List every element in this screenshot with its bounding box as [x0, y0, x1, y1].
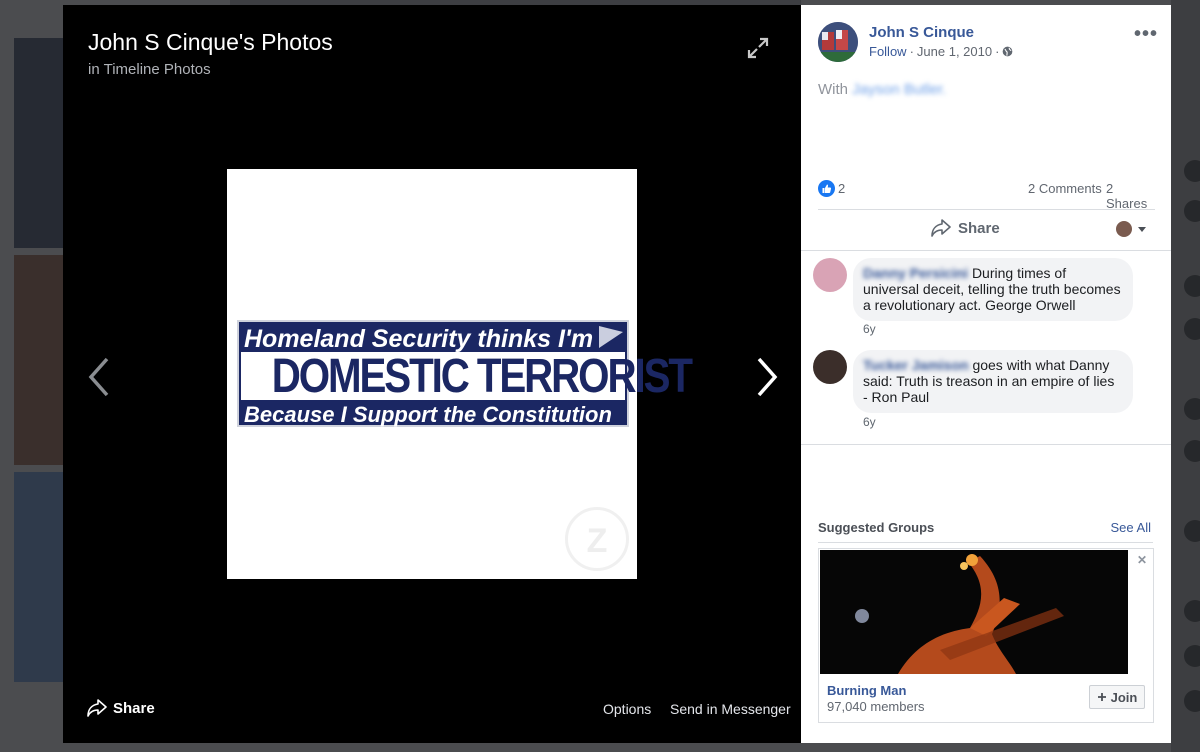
commenter-name[interactable]: Tucker Jamison: [863, 357, 969, 373]
meta-separator: ·: [995, 44, 1000, 59]
comment-count[interactable]: 2 Comments: [1028, 181, 1102, 196]
background-photo-tile: [14, 472, 63, 682]
with-prefix: With: [818, 81, 848, 98]
commenter-avatar[interactable]: [813, 350, 847, 384]
thumbs-up-icon: [822, 184, 832, 193]
post-share-button[interactable]: Share: [931, 219, 1000, 237]
viewer-share-label: Share: [113, 699, 155, 717]
sticker-line-3: Because I Support the Constitution: [244, 402, 612, 427]
comment-timestamp[interactable]: 6y: [863, 415, 876, 429]
group-member-count: 97,040 members: [827, 699, 925, 714]
flag-icon: [599, 326, 623, 348]
background-avatar: [1184, 318, 1200, 340]
post-meta: Follow · June 1, 2010 ·: [869, 44, 1013, 59]
reactions-bar: 2 2 Comments 2 Shares: [818, 180, 1155, 211]
chevron-right-icon[interactable]: [753, 355, 781, 399]
background-avatar: [1184, 690, 1200, 712]
background-avatar: [1184, 398, 1200, 420]
post-share-label: Share: [958, 219, 1000, 237]
share-count[interactable]: 2 Shares: [1106, 181, 1155, 211]
tagged-person-link[interactable]: Jayson Butler.: [852, 81, 946, 98]
chevron-down-icon: [1138, 226, 1146, 232]
post-side-panel: John S Cinque Follow · June 1, 2010 · ••…: [801, 5, 1171, 743]
background-avatar: [1184, 440, 1200, 462]
suggested-groups-header: Suggested Groups See All: [818, 519, 1153, 543]
photo-viewer: John S Cinque's Photos in Timeline Photo…: [63, 5, 801, 743]
like-icon[interactable]: [818, 180, 835, 197]
viewer-share-button[interactable]: Share: [87, 699, 155, 717]
current-user-avatar: [1116, 221, 1132, 237]
comment-bubble: Tucker Jamison goes with what Danny said…: [853, 350, 1133, 413]
background-avatar: [1184, 520, 1200, 542]
main-photo: Homeland Security thinks I'm DOMESTIC TE…: [227, 169, 693, 579]
comment-timestamp[interactable]: 6y: [863, 322, 876, 336]
background-avatar: [1184, 600, 1200, 622]
author-avatar[interactable]: [818, 22, 858, 62]
options-button[interactable]: Options: [603, 701, 651, 717]
more-options-icon[interactable]: •••: [1134, 23, 1158, 46]
subtitle-prefix: in: [88, 61, 100, 78]
like-count[interactable]: 2: [838, 181, 845, 196]
post-action-row: Share: [801, 211, 1171, 251]
send-in-messenger-button[interactable]: Send in Messenger: [670, 701, 791, 717]
background-avatar: [1184, 160, 1200, 182]
background-photo-tile: [14, 255, 63, 465]
share-icon: [931, 219, 951, 237]
plus-icon: [1097, 693, 1106, 701]
background-avatar: [1184, 645, 1200, 667]
join-group-button[interactable]: Join: [1089, 685, 1145, 709]
panel-divider: [801, 444, 1171, 445]
chevron-left-icon[interactable]: [85, 355, 113, 399]
sticker-band: DOMESTIC TERRORIST: [241, 350, 693, 403]
meta-separator: ·: [909, 44, 914, 59]
background-photo-tile: [14, 38, 63, 248]
commenter-avatar[interactable]: [813, 258, 847, 292]
bumper-sticker: Homeland Security thinks I'm DOMESTIC TE…: [237, 320, 693, 427]
commenter-name[interactable]: Danny Persicini: [863, 265, 968, 281]
tagged-with-line: With Jayson Butler.: [818, 81, 946, 98]
group-cover-art: [820, 550, 1128, 674]
viewer-title: John S Cinque's Photos: [88, 29, 333, 55]
background-avatar: [1184, 200, 1200, 222]
viewer-subtitle: in Timeline Photos: [88, 61, 211, 78]
sticker-line-2: DOMESTIC TERRORIST: [271, 350, 693, 403]
background-avatar: [1184, 275, 1200, 297]
comment-as-selector[interactable]: [1116, 221, 1146, 237]
post-date[interactable]: June 1, 2010: [917, 44, 992, 59]
viewer-footer: Share Options Send in Messenger: [63, 695, 801, 725]
close-icon[interactable]: ✕: [1137, 553, 1147, 567]
watermark-logo: Z: [565, 507, 629, 571]
comment-bubble: Danny Persicini During times of universa…: [853, 258, 1133, 321]
join-label: Join: [1110, 689, 1138, 705]
avatar-image: [818, 22, 858, 62]
group-name[interactable]: Burning Man: [827, 683, 906, 698]
watermark-glyph: Z: [586, 522, 608, 560]
share-icon: [87, 699, 107, 717]
follow-link[interactable]: Follow: [869, 44, 907, 59]
album-link[interactable]: Timeline Photos: [104, 61, 211, 78]
suggested-group-card: ✕ Burning Man 97,040 members Join: [818, 548, 1154, 723]
expand-icon[interactable]: [747, 37, 769, 59]
suggested-groups-title: Suggested Groups: [818, 520, 935, 535]
background-right-column: [1171, 0, 1200, 752]
globe-icon[interactable]: [1002, 46, 1013, 57]
see-all-link[interactable]: See All: [1111, 520, 1151, 535]
group-cover-image[interactable]: [820, 550, 1128, 674]
post-author-name[interactable]: John S Cinque: [869, 24, 974, 41]
